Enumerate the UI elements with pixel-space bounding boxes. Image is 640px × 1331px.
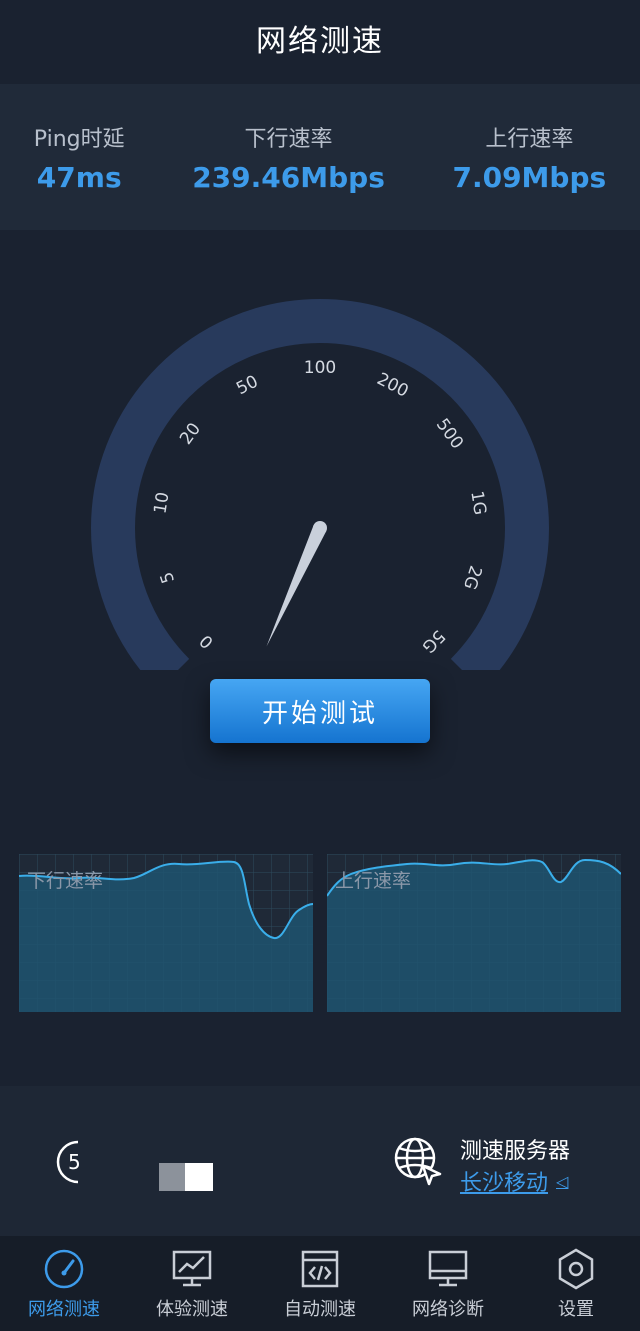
timer-icon[interactable]: 5 xyxy=(56,1138,100,1186)
ping-stat: Ping时延 47ms xyxy=(34,121,125,194)
monitor-icon xyxy=(428,1250,468,1286)
upload-chart-label: 上行速率 xyxy=(335,870,412,892)
gauge-scale-label: 5G xyxy=(418,626,449,657)
gauge-scale-label: 20 xyxy=(176,419,205,448)
gauge-needle xyxy=(266,525,327,647)
download-value: 239.46Mbps xyxy=(192,160,385,194)
gauge-scale-label: 100 xyxy=(304,358,336,378)
gauge-scale-label: 50 xyxy=(233,372,261,400)
nav-label: 自动测速 xyxy=(284,1298,356,1320)
speed-gauge: 0 5 10 20 50 100 200 500 1G 2G 5G xyxy=(91,299,549,670)
ping-value: 47ms xyxy=(36,160,122,194)
download-chart-label: 下行速率 xyxy=(27,870,104,892)
nav-item-experience-test[interactable]: 体验测速 xyxy=(128,1236,256,1331)
chart-monitor-icon xyxy=(172,1250,212,1286)
nav-item-settings[interactable]: 设置 xyxy=(512,1236,640,1331)
nav-item-speed-test[interactable]: 网络测速 xyxy=(0,1236,128,1331)
gauge-scale-label: 2G xyxy=(459,563,485,592)
upload-chart: 上行速率 xyxy=(327,854,621,1012)
toggle-left-segment xyxy=(159,1163,185,1191)
server-label: 测速服务器 xyxy=(460,1139,571,1164)
nav-label: 体验测速 xyxy=(156,1298,228,1320)
download-chart: 下行速率 xyxy=(19,854,313,1012)
ping-label: Ping时延 xyxy=(33,126,125,152)
gauge-needle-tip xyxy=(313,521,327,535)
download-label: 下行速率 xyxy=(244,126,333,152)
nav-label: 网络诊断 xyxy=(412,1298,484,1320)
nav-item-auto-test[interactable]: 自动测速 xyxy=(256,1236,384,1331)
nav-label: 设置 xyxy=(558,1298,594,1320)
upload-label: 上行速率 xyxy=(485,126,574,152)
timer-digit: 5 xyxy=(68,1150,81,1174)
start-test-button[interactable]: 开始测试 xyxy=(210,679,430,743)
page-title: 网络测速 xyxy=(256,24,384,59)
gauge-scale-label: 5 xyxy=(157,569,179,585)
nav-label: 网络测速 xyxy=(28,1298,100,1320)
gauge-scale-label: 1G xyxy=(466,490,490,517)
test-mode-toggle[interactable] xyxy=(159,1163,213,1191)
globe-cursor-icon[interactable] xyxy=(393,1136,443,1186)
upload-value: 7.09Mbps xyxy=(452,160,607,194)
gauge-scale-label: 500 xyxy=(432,415,467,453)
gauge-scale-label: 10 xyxy=(150,491,173,516)
gauge-scale-labels: 0 5 10 20 50 100 200 500 1G 2G 5G xyxy=(150,358,489,657)
stats-panel: Ping时延 47ms 下行速率 239.46Mbps 上行速率 7.09Mbp… xyxy=(0,84,640,230)
nav-item-network-diagnosis[interactable]: 网络诊断 xyxy=(384,1236,512,1331)
download-stat: 下行速率 239.46Mbps xyxy=(192,121,385,194)
code-window-icon xyxy=(301,1250,339,1287)
triangle-left-icon: ◁ xyxy=(556,1171,569,1191)
hexagon-gear-icon xyxy=(558,1248,594,1289)
gauge-scale-label: 0 xyxy=(196,630,218,652)
upload-stat: 上行速率 7.09Mbps xyxy=(452,121,606,194)
server-selector[interactable]: 长沙移动 ◁ xyxy=(460,1165,568,1197)
server-name: 长沙移动 xyxy=(460,1171,549,1196)
speedometer-icon xyxy=(44,1249,84,1288)
gauge-scale-label: 200 xyxy=(374,369,412,402)
app-header: 网络测速 xyxy=(0,0,640,76)
bottom-nav: 网络测速 体验测速 自动测速 网络诊断 设置 xyxy=(0,1236,640,1331)
toggle-right-segment xyxy=(185,1163,213,1191)
